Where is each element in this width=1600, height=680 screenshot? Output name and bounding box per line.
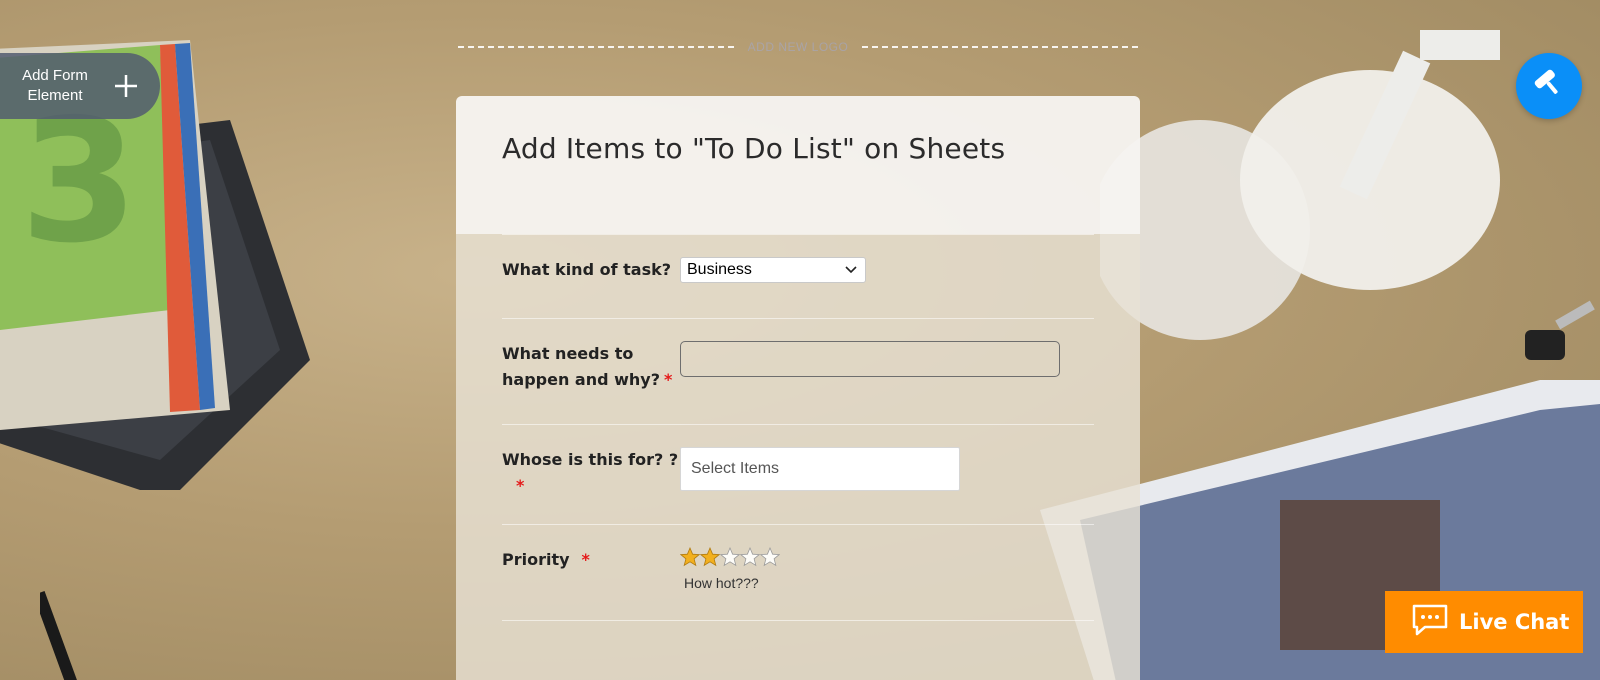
add-form-element-button[interactable]: Add Form Element [0,53,160,119]
star-empty-icon[interactable] [760,547,780,567]
form-body: What kind of task? Business What needs t… [456,234,1140,680]
what-needs-to-happen-input[interactable] [680,341,1060,377]
field-label-text: What needs to happen and why? [502,344,660,389]
required-asterisk: * [581,550,590,569]
field-what-needs-to-happen: What needs to happen and why? * [502,318,1094,424]
form-header: Add Items to "To Do List" on Sheets [456,96,1140,234]
field-next [502,620,1094,660]
field-label: Priority * [502,547,680,620]
chevron-down-icon [845,261,857,279]
priority-sublabel: How hot??? [684,575,759,591]
field-label-text: Priority [502,550,570,569]
add-logo-label[interactable]: ADD NEW LOGO [748,40,849,54]
live-chat-label: Live Chat [1459,610,1570,634]
field-control: Select Items [680,447,960,524]
star-filled-icon[interactable] [680,547,700,567]
divider-line-left [458,46,734,48]
field-label: What needs to happen and why? * [502,341,680,424]
keys-image [1525,300,1595,360]
logo-divider: ADD NEW LOGO [458,40,1138,54]
required-asterisk: * [516,476,525,495]
star-empty-icon[interactable] [720,547,740,567]
field-priority: Priority * How hot??? [502,524,1094,620]
field-whose-is-this-for: Whose is this for? ? * Select Items [502,424,1094,524]
select-placeholder: Select Items [691,460,780,477]
field-label: Whose is this for? ? * [502,447,680,524]
priority-star-rating[interactable] [680,547,780,567]
form-card: Add Items to "To Do List" on Sheets What… [456,96,1140,680]
field-control: Business [680,257,866,318]
required-asterisk: * [664,370,673,389]
field-control: How hot??? [680,547,780,620]
live-chat-button[interactable]: Live Chat [1385,591,1583,653]
paint-roller-icon [1532,67,1566,106]
form-title[interactable]: Add Items to "To Do List" on Sheets [502,132,1094,165]
desk-lamp-image [1100,30,1500,340]
field-control [680,341,1060,424]
divider-line-right [862,46,1138,48]
star-empty-icon[interactable] [740,547,760,567]
select-value: Business [687,261,752,278]
chat-bubble-icon [1411,603,1449,642]
plus-icon [106,66,146,106]
star-filled-icon[interactable] [700,547,720,567]
field-label-text: Whose is this for? ? [502,450,679,469]
field-label-text: What kind of task? [502,260,672,279]
task-kind-select[interactable]: Business [680,257,866,283]
add-form-element-label: Add Form Element [22,67,88,104]
form-designer-button[interactable] [1516,53,1582,119]
pen-image [40,590,83,680]
field-label: What kind of task? [502,257,680,318]
whose-is-this-for-select[interactable]: Select Items [680,447,960,491]
field-task-kind: What kind of task? Business [502,234,1094,318]
